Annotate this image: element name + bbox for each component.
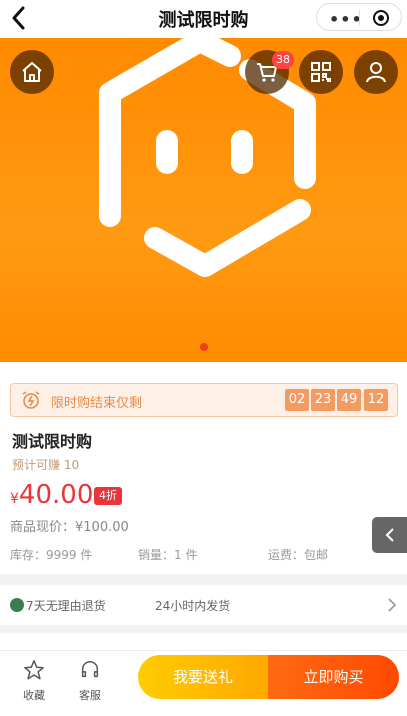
close-miniprogram-icon[interactable] bbox=[373, 10, 389, 26]
product-image-banner[interactable] bbox=[0, 38, 407, 362]
chevron-right-icon bbox=[388, 598, 397, 612]
side-drawer-toggle[interactable] bbox=[372, 517, 407, 553]
favorite-label: 收藏 bbox=[23, 689, 45, 702]
stock-count: 库存：9999 件 bbox=[10, 548, 93, 562]
price-value: 40.00 bbox=[18, 480, 94, 510]
support-button[interactable]: 客服 bbox=[70, 659, 110, 703]
estimated-earning: 预计可赚 10 bbox=[12, 458, 80, 472]
cart-count-badge: 38 bbox=[272, 51, 294, 69]
countdown-seconds: 49 bbox=[337, 389, 361, 411]
service-guarantee-row[interactable]: 7天无理由退货 24小时内发货 bbox=[0, 585, 407, 625]
sales-count: 销量：1 件 bbox=[138, 548, 198, 562]
delivery-promise: 24小时内发货 bbox=[155, 599, 231, 613]
more-icon[interactable]: ••• bbox=[329, 10, 363, 29]
qrcode-icon bbox=[311, 62, 331, 82]
product-logo-image bbox=[99, 38, 316, 277]
flash-sale-label: 限时购结束仅剩 bbox=[51, 396, 143, 411]
currency-symbol: ¥ bbox=[10, 491, 19, 507]
discount-badge: 4折 bbox=[94, 487, 122, 505]
buy-now-button[interactable]: 立即购买 bbox=[268, 655, 399, 699]
carousel-indicator[interactable] bbox=[200, 343, 208, 351]
user-icon bbox=[366, 62, 386, 83]
capsule-divider bbox=[359, 10, 360, 26]
return-policy: 7天无理由退货 bbox=[26, 599, 106, 613]
chevron-left-icon bbox=[385, 528, 394, 542]
nav-bar: 测试限时购 ••• bbox=[0, 0, 407, 38]
sale-price: ¥40.00 bbox=[10, 480, 93, 510]
alarm-clock-icon bbox=[22, 391, 40, 409]
guarantee-icon bbox=[10, 598, 24, 612]
gift-button[interactable]: 我要送礼 bbox=[138, 655, 268, 699]
home-icon bbox=[22, 62, 42, 82]
countdown-minutes: 23 bbox=[311, 389, 335, 411]
headset-icon bbox=[81, 661, 99, 678]
qrcode-button[interactable] bbox=[299, 50, 343, 94]
user-button[interactable] bbox=[354, 50, 398, 94]
countdown-hours: 02 bbox=[285, 389, 309, 411]
shipping-fee: 运费：包邮 bbox=[268, 548, 329, 562]
favorite-button[interactable]: 收藏 bbox=[14, 659, 54, 703]
mini-program-capsule[interactable]: ••• bbox=[316, 3, 402, 31]
product-title: 测试限时购 bbox=[12, 432, 93, 451]
star-icon bbox=[24, 660, 44, 680]
original-price: 商品现价：¥100.00 bbox=[10, 520, 129, 535]
flash-sale-bar: 限时购结束仅剩 02 : 23 : 49 : 12 bbox=[10, 383, 398, 417]
support-label: 客服 bbox=[79, 689, 101, 702]
countdown-centiseconds: 12 bbox=[364, 389, 388, 411]
home-button[interactable] bbox=[10, 50, 54, 94]
